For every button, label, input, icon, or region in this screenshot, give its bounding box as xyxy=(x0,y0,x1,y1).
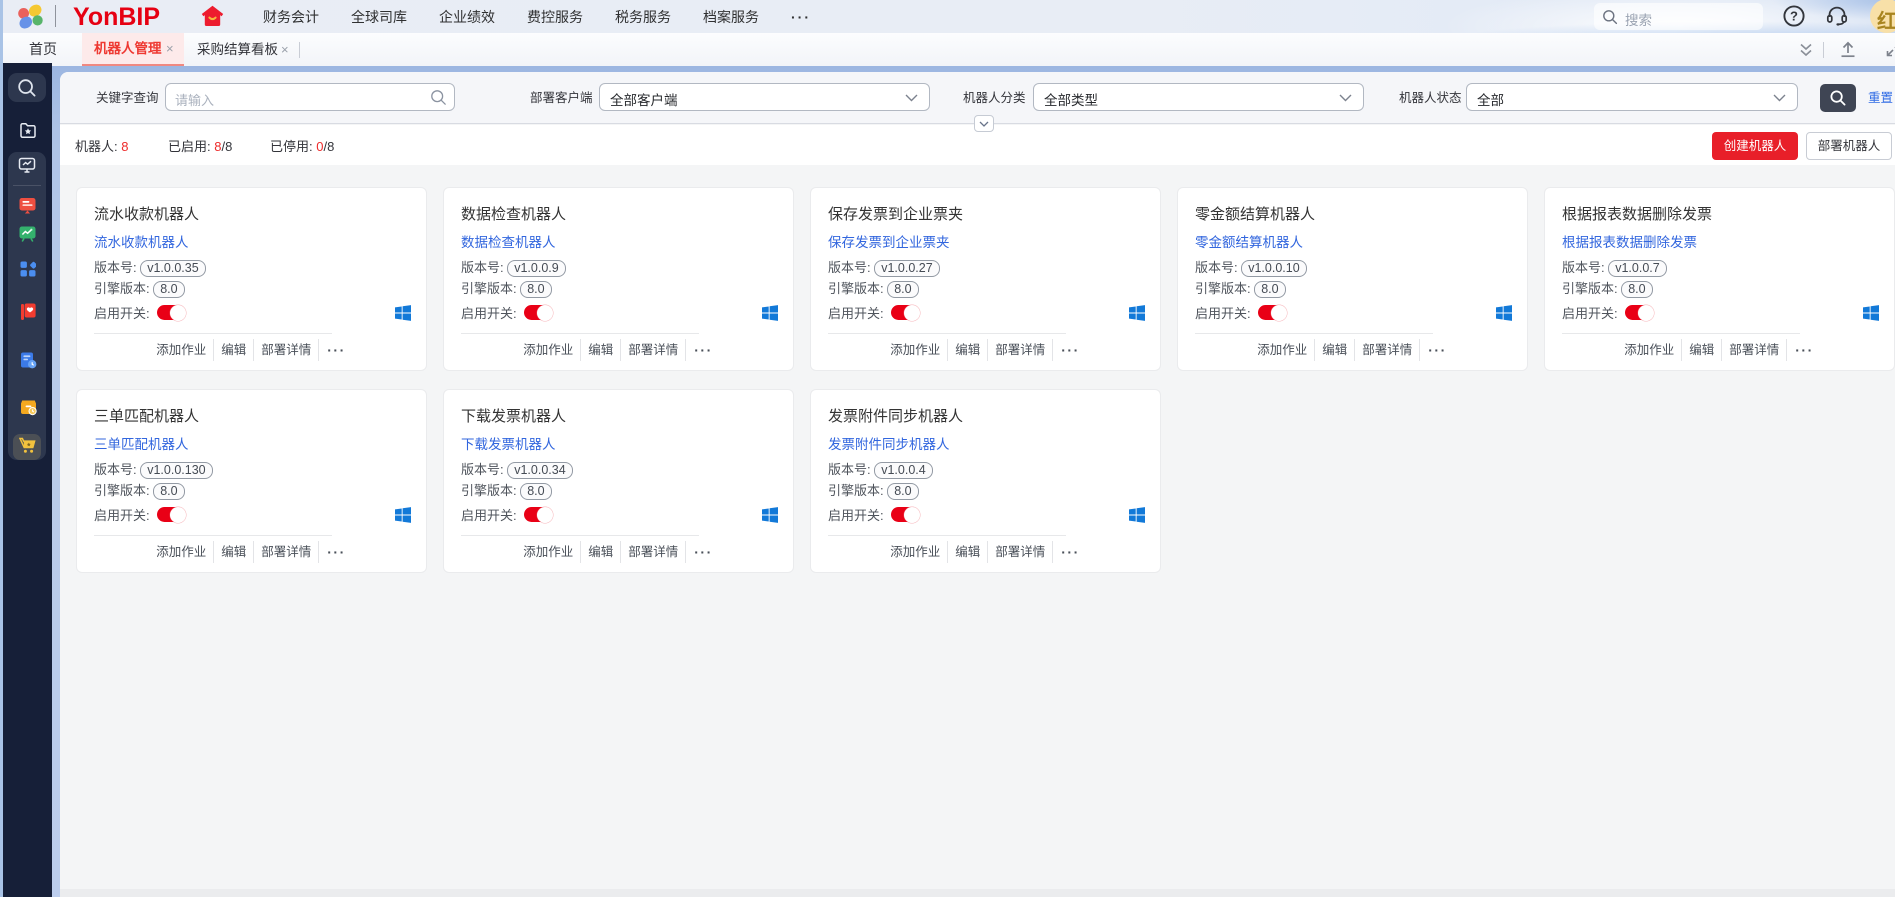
svg-text:?: ? xyxy=(1790,9,1798,24)
